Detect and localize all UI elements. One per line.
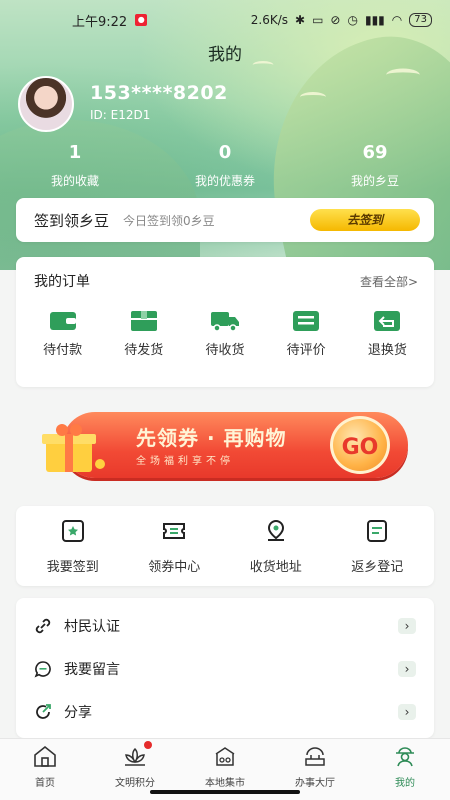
signal-icon: ▮▮▮ <box>364 13 385 27</box>
tool-signin[interactable]: 我要签到 <box>26 518 120 575</box>
tab-label: 文明积分 <box>115 778 155 789</box>
list-item-leave-message[interactable]: 我要留言 › <box>16 647 434 690</box>
order-item-label: 待发货 <box>124 343 164 358</box>
tools-card: 我要签到 领券中心 收货地址 返乡登记 <box>16 506 434 586</box>
avatar[interactable] <box>18 76 74 132</box>
tab-mine[interactable]: 我的 <box>360 739 450 800</box>
view-all-orders-link[interactable]: 查看全部> <box>360 273 418 290</box>
status-bar: 上午9:22 ● 2.6K/s ✱ ▭ ⊘ ◷ ▮▮▮ ◠ 73 <box>0 0 450 40</box>
comment-icon <box>291 309 321 333</box>
link-icon <box>35 618 51 633</box>
list-item-villager-verify[interactable]: 村民认证 › <box>16 604 434 647</box>
coupon-promo-banner[interactable]: 先领券 · 再购物 全场福利享不停 GO <box>36 400 416 492</box>
orders-card: 我的订单 查看全部> 待付款 待发货 待收货 待评价 退换货 <box>16 257 434 387</box>
order-item-label: 待付款 <box>43 343 83 358</box>
order-item-label: 退换货 <box>367 343 407 358</box>
tool-label: 收货地址 <box>249 559 302 575</box>
signin-subtitle: 今日签到领0乡豆 <box>123 213 215 228</box>
list-item-label: 分享 <box>64 704 92 721</box>
orders-title: 我的订单 <box>34 274 90 290</box>
stat-label: 我的乡豆 <box>350 174 399 188</box>
order-pending-review[interactable]: 待评价 <box>268 309 344 358</box>
bird-decoration <box>386 68 420 82</box>
message-icon <box>34 660 51 678</box>
box-icon <box>129 309 159 333</box>
gift-box-icon <box>38 420 108 476</box>
signin-button[interactable]: 去签到 <box>310 209 420 231</box>
stat-value: 0 <box>218 142 232 163</box>
farmer-icon <box>396 747 414 767</box>
lotus-icon <box>125 747 145 766</box>
order-status-list: 待付款 待发货 待收货 待评价 退换货 <box>16 291 434 358</box>
signin-star-icon <box>61 519 84 542</box>
market-icon <box>215 747 235 766</box>
return-icon <box>372 309 402 333</box>
chevron-right-icon: › <box>398 617 416 634</box>
wallet-icon <box>48 309 78 333</box>
battery-icon: 73 <box>409 13 432 27</box>
banner-subtitle: 全场福利享不停 <box>136 456 234 467</box>
bluetooth-icon: ✱ <box>295 13 306 27</box>
stat-label: 我的优惠券 <box>194 174 255 188</box>
bird-decoration <box>300 92 326 102</box>
tab-label: 本地集市 <box>205 778 245 789</box>
mute-icon: ⊘ <box>330 13 341 27</box>
tab-home[interactable]: 首页 <box>0 739 90 800</box>
signin-title: 签到领乡豆 <box>34 211 110 230</box>
stat-value: 69 <box>362 142 388 163</box>
banner-go-button[interactable]: GO <box>330 416 390 474</box>
stat-label: 我的收藏 <box>50 174 99 188</box>
stat-coupons[interactable]: 0 我的优惠券 <box>150 142 300 189</box>
orders-header: 我的订单 查看全部> <box>16 257 434 291</box>
tool-label: 返乡登记 <box>351 559 404 575</box>
hall-icon <box>305 747 325 766</box>
profile-id: ID: E12D1 <box>90 108 151 122</box>
notification-icon: ● <box>135 14 148 26</box>
wifi-icon: ◠ <box>391 13 403 27</box>
vibrate-icon: ▭ <box>312 13 324 27</box>
tab-label: 办事大厅 <box>295 778 335 789</box>
alarm-icon: ◷ <box>347 13 358 27</box>
tool-shipping-address[interactable]: 收货地址 <box>229 518 323 575</box>
status-time: 上午9:22 <box>72 14 128 30</box>
stat-beans[interactable]: 69 我的乡豆 <box>300 142 450 189</box>
order-item-label: 待收货 <box>205 343 245 358</box>
order-pending-payment[interactable]: 待付款 <box>25 309 101 358</box>
order-pending-shipment[interactable]: 待发货 <box>106 309 182 358</box>
tool-label: 我要签到 <box>46 559 99 575</box>
chevron-right-icon: › <box>398 703 416 720</box>
list-item-label: 我要留言 <box>64 661 120 678</box>
signin-card: 签到领乡豆 今日签到领0乡豆 去签到 <box>16 198 434 242</box>
stat-value: 1 <box>68 142 82 163</box>
home-icon <box>34 745 56 767</box>
share-icon <box>36 703 51 719</box>
tab-label: 首页 <box>35 778 55 789</box>
register-icon <box>367 519 388 542</box>
truck-icon <box>210 309 240 333</box>
settings-list-card: 村民认证 › 我要留言 › 分享 › <box>16 598 434 738</box>
profile-phone: 153****8202 <box>90 82 228 104</box>
chevron-right-icon: › <box>398 660 416 677</box>
home-indicator <box>150 790 300 794</box>
stats-row: 1 我的收藏 0 我的优惠券 69 我的乡豆 <box>0 142 450 189</box>
network-speed: 2.6K/s <box>250 13 289 27</box>
stat-favorites[interactable]: 1 我的收藏 <box>0 142 150 189</box>
tool-label: 领券中心 <box>148 559 201 575</box>
order-returns[interactable]: 退换货 <box>349 309 425 358</box>
coupon-icon <box>163 522 186 539</box>
tab-label: 我的 <box>395 778 415 789</box>
banner-title: 先领券 · 再购物 <box>136 426 287 450</box>
tool-hometown-register[interactable]: 返乡登记 <box>330 518 424 575</box>
notification-badge <box>144 741 152 749</box>
location-icon <box>267 519 284 541</box>
status-right: 2.6K/s ✱ ▭ ⊘ ◷ ▮▮▮ ◠ 73 <box>251 13 432 27</box>
order-item-label: 待评价 <box>286 343 326 358</box>
order-pending-receipt[interactable]: 待收货 <box>187 309 263 358</box>
list-item-label: 村民认证 <box>64 618 120 635</box>
list-item-share[interactable]: 分享 › <box>16 690 434 733</box>
page-title: 我的 <box>208 45 242 65</box>
tool-coupon-center[interactable]: 领券中心 <box>127 518 221 575</box>
